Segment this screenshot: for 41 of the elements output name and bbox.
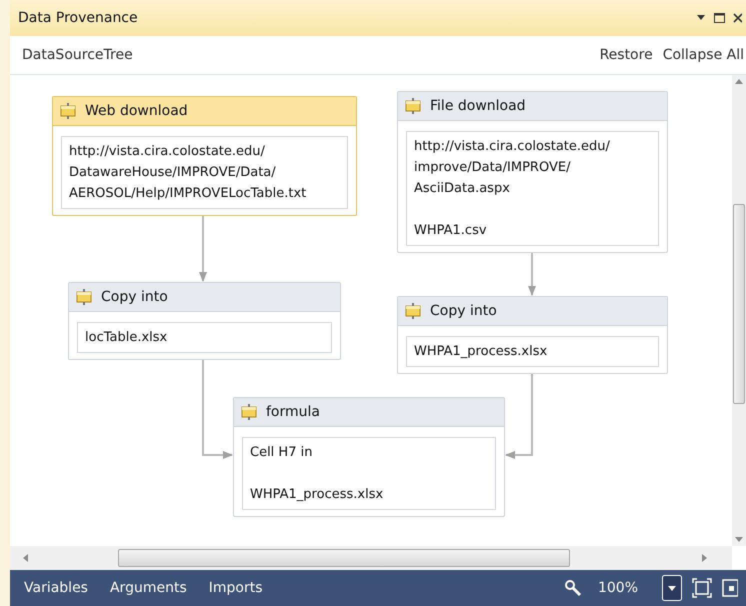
activity-node[interactable]: File download http://vista.cira.colostate.edu/ improve/Data/IMPROVE/ AsciiData.aspx WHPA1.csv (397, 91, 668, 253)
search-icon[interactable] (564, 579, 582, 597)
toolbar-link[interactable]: Restore (598, 47, 655, 63)
value-field[interactable]: Cell H7 in WHPA1_process.xlsx (242, 437, 496, 510)
activity-node[interactable]: Web download http://vista.cira.colostate.edu/ DatawareHouse/IMPROVE/Data/ AEROSOL/Help/IMPROVELocTable.txt (52, 96, 357, 216)
activity-icon (75, 288, 93, 306)
node-title: File download (430, 98, 526, 114)
value-field[interactable]: WHPA1_process.xlsx (406, 336, 659, 367)
zoom-level: 100% (598, 580, 638, 596)
status-tab[interactable]: Variables (18, 580, 94, 596)
scroll-right-icon[interactable] (702, 554, 708, 562)
value-field[interactable]: locTable.xlsx (77, 322, 332, 353)
node-title: formula (266, 404, 320, 420)
window-title: Data Provenance (18, 10, 138, 26)
status-tab[interactable]: Imports (202, 580, 269, 596)
value-field[interactable]: http://vista.cira.colostate.edu/ DatawareHouse/IMPROVE/Data/ AEROSOL/Help/IMPROVELocTable.txt (61, 136, 348, 209)
activity-node[interactable]: formula Cell H7 in WHPA1_process.xlsx (233, 397, 505, 517)
scroll-up-icon[interactable] (735, 78, 743, 84)
fit-to-screen-icon[interactable] (692, 578, 712, 598)
node-title: Copy into (101, 289, 168, 305)
activity-node[interactable]: Copy into WHPA1_process.xlsx (397, 296, 668, 374)
value-field[interactable]: http://vista.cira.colostate.edu/ improve/Data/IMPROVE/ AsciiData.aspx WHPA1.csv (406, 131, 659, 246)
close-icon[interactable] (733, 13, 742, 23)
dropdown-icon[interactable] (696, 15, 706, 21)
vertical-scrollbar-thumb[interactable] (733, 204, 745, 404)
activity-icon (240, 403, 258, 421)
horizontal-scrollbar-thumb[interactable] (118, 549, 570, 567)
status-tab[interactable]: Arguments (104, 580, 193, 596)
activity-node[interactable]: Copy into locTable.xlsx (68, 282, 341, 360)
maximize-icon[interactable] (714, 13, 725, 23)
node-title: Copy into (430, 303, 497, 319)
overview-icon[interactable] (722, 578, 738, 598)
activity-icon (404, 97, 422, 115)
node-title: Web download (85, 103, 188, 119)
scroll-down-icon[interactable] (735, 537, 743, 543)
toolbar-link[interactable]: Collapse All (660, 47, 746, 63)
toolbar-title: DataSourceTree (22, 47, 133, 63)
activity-icon (404, 302, 422, 320)
dropdown-icon[interactable] (662, 575, 682, 601)
scroll-left-icon[interactable] (22, 554, 28, 562)
activity-icon (59, 102, 77, 120)
